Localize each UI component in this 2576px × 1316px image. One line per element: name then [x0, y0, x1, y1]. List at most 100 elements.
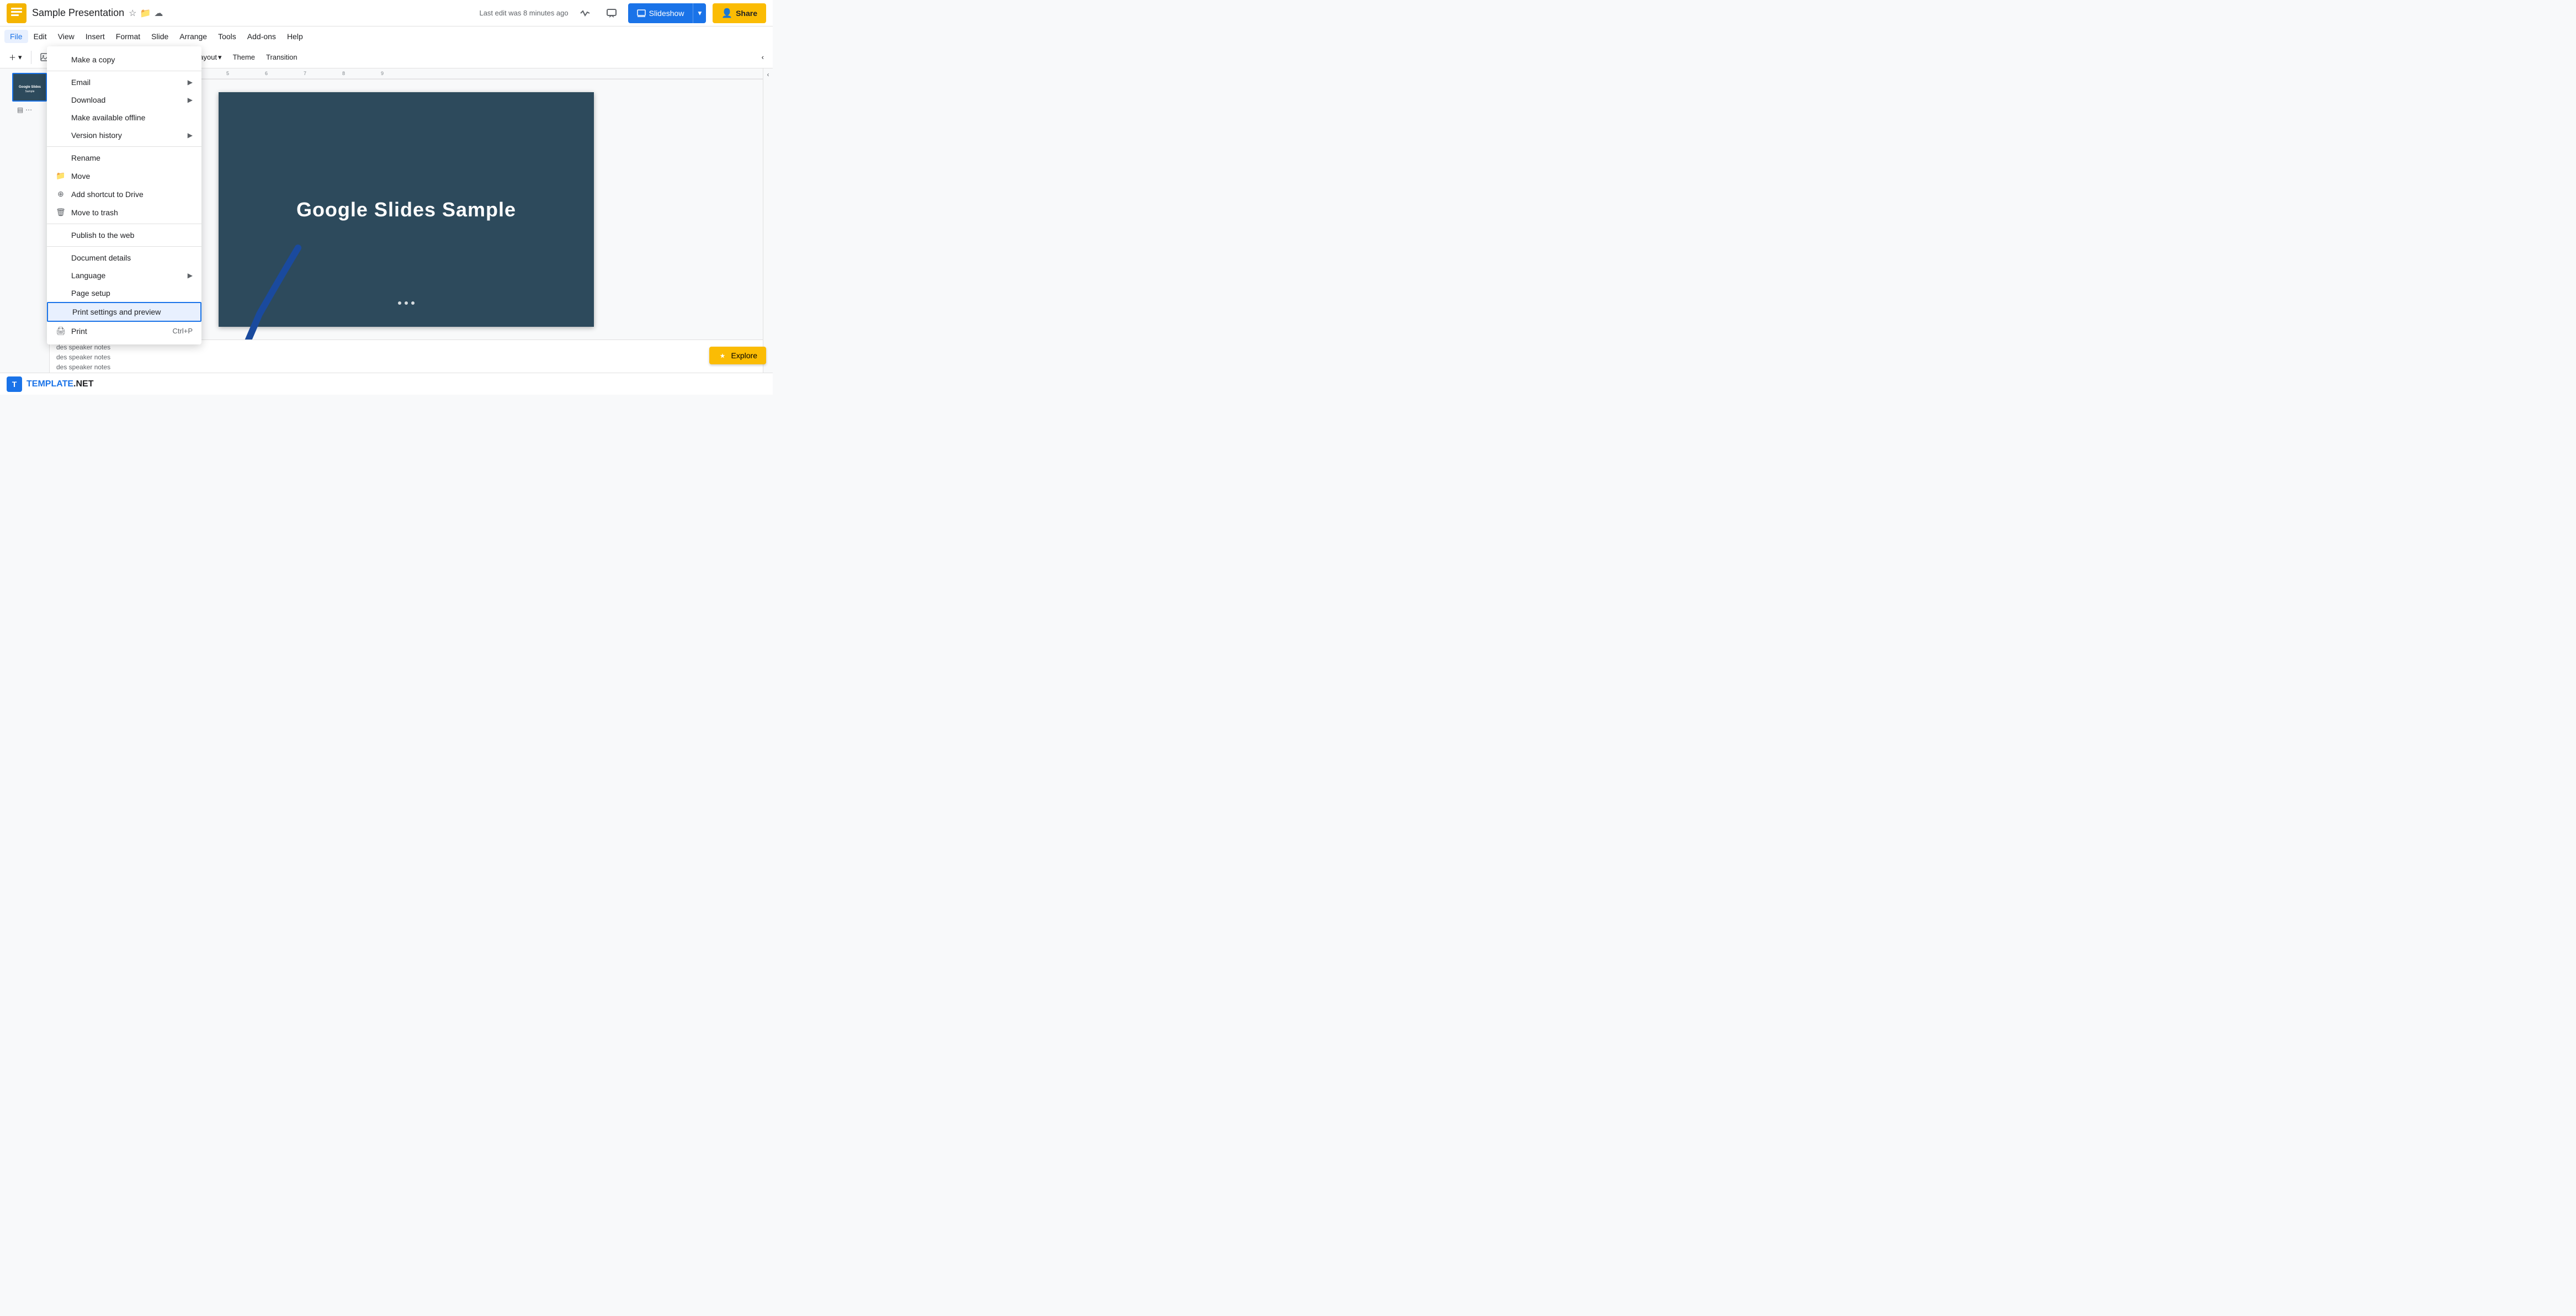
add-arrow: ▾ — [18, 53, 22, 62]
transition-button[interactable]: Transition — [262, 49, 302, 66]
menu-item-language[interactable]: Language ▶ — [47, 267, 201, 284]
svg-text:Sample: Sample — [25, 90, 34, 93]
slide-thumb-container: 1 Google Slides Sample — [12, 73, 47, 104]
doc-details-left: Document details — [56, 253, 131, 262]
menu-item-offline[interactable]: Make available offline — [47, 109, 201, 126]
title-right: Last edit was 8 minutes ago Slideshow ▾ — [479, 3, 766, 23]
menu-item-doc-details[interactable]: Document details — [47, 249, 201, 267]
print-icon: 🖨 — [56, 326, 66, 336]
move-label: Move — [71, 172, 90, 181]
menu-item-make-copy[interactable]: Make a copy — [47, 51, 201, 68]
print-settings-label: Print settings and preview — [72, 307, 161, 316]
activity-icon[interactable] — [575, 3, 595, 23]
make-copy-left: Make a copy — [56, 55, 115, 64]
menu-section-publish: Publish to the web — [47, 224, 201, 247]
print-shortcut: Ctrl+P — [173, 327, 193, 335]
svg-text:6: 6 — [265, 71, 268, 76]
menu-item-publish[interactable]: Publish to the web — [47, 226, 201, 244]
shortcut-label: Add shortcut to Drive — [71, 190, 144, 199]
menu-item-email[interactable]: Email ▶ — [47, 73, 201, 91]
page-setup-left: Page setup — [56, 289, 110, 298]
grid-icon: ▤ — [17, 106, 23, 114]
language-arrow: ▶ — [188, 272, 193, 279]
menu-section-copy: Make a copy — [47, 49, 201, 71]
file-dropdown-menu: Make a copy Email ▶ Download ▶ Make avai… — [47, 46, 201, 344]
svg-text:8: 8 — [342, 71, 345, 76]
folder-icon[interactable]: 📁 — [140, 8, 151, 19]
collapse-right-icon[interactable]: ‹ — [767, 71, 769, 78]
menu-slide[interactable]: Slide — [146, 30, 174, 43]
menu-addons[interactable]: Add-ons — [242, 30, 281, 43]
slide-thumbnail[interactable]: Google Slides Sample — [12, 73, 47, 102]
menu-item-download[interactable]: Download ▶ — [47, 91, 201, 109]
menu-item-trash[interactable]: 🗑 Move to trash — [47, 203, 201, 221]
slideshow-dropdown-arrow[interactable]: ▾ — [693, 3, 706, 23]
menu-insert[interactable]: Insert — [80, 30, 110, 43]
menu-item-print[interactable]: 🖨 Print Ctrl+P — [47, 322, 201, 340]
menu-arrange[interactable]: Arrange — [174, 30, 213, 43]
share-label: Share — [736, 9, 757, 18]
menu-format[interactable]: Format — [110, 30, 146, 43]
app-logo — [7, 3, 26, 23]
dot-3 — [411, 301, 415, 305]
slide-decoration — [398, 301, 415, 305]
menu-file[interactable]: File — [4, 30, 28, 43]
theme-label: Theme — [233, 53, 255, 61]
star-icon[interactable]: ☆ — [129, 8, 136, 19]
version-arrow: ▶ — [188, 131, 193, 139]
cloud-icon[interactable]: ☁ — [154, 8, 163, 19]
version-label: Version history — [71, 131, 122, 140]
rename-label: Rename — [71, 153, 100, 162]
toolbar-right: ‹ — [757, 49, 768, 66]
share-button[interactable]: 👤 Share — [713, 3, 766, 23]
offline-left: Make available offline — [56, 113, 145, 122]
slideshow-label: Slideshow — [649, 9, 684, 18]
language-left: Language — [56, 271, 105, 280]
move-icon: 📁 — [56, 171, 66, 181]
dot-2 — [405, 301, 408, 305]
email-label: Email — [71, 78, 91, 87]
menu-tools[interactable]: Tools — [213, 30, 242, 43]
svg-text:★: ★ — [720, 353, 725, 359]
menu-edit[interactable]: Edit — [28, 30, 52, 43]
collapse-btn[interactable]: ‹ — [757, 49, 768, 66]
menu-bar: File Edit View Insert Format Slide Arran… — [0, 26, 773, 46]
shortcut-left: ⊕ Add shortcut to Drive — [56, 189, 144, 199]
doc-details-label: Document details — [71, 253, 131, 262]
present-button-group: Slideshow ▾ — [628, 3, 707, 23]
menu-item-version[interactable]: Version history ▶ — [47, 126, 201, 144]
menu-view[interactable]: View — [52, 30, 80, 43]
explore-label: Explore — [731, 351, 757, 360]
dot-net: .NET — [73, 379, 93, 389]
shortcut-icon: ⊕ — [56, 189, 66, 199]
download-arrow: ▶ — [188, 96, 193, 104]
move-left: 📁 Move — [56, 171, 90, 181]
download-left: Download — [56, 95, 105, 104]
print-settings-left: Print settings and preview — [57, 307, 161, 316]
menu-item-print-settings[interactable]: Print settings and preview — [47, 302, 201, 322]
menu-item-rename[interactable]: Rename — [47, 149, 201, 167]
slide-frame[interactable]: Google Slides Sample — [219, 92, 594, 327]
chat-icon[interactable] — [602, 3, 622, 23]
make-copy-label: Make a copy — [71, 55, 115, 64]
menu-item-move[interactable]: 📁 Move — [47, 167, 201, 185]
print-left: 🖨 Print — [56, 326, 87, 336]
menu-help[interactable]: Help — [281, 30, 309, 43]
title-icons: ☆ 📁 ☁ — [129, 8, 163, 19]
version-left: Version history — [56, 131, 122, 140]
publish-left: Publish to the web — [56, 231, 134, 240]
trash-label: Move to trash — [71, 208, 118, 217]
page-setup-label: Page setup — [71, 289, 110, 298]
menu-item-add-shortcut[interactable]: ⊕ Add shortcut to Drive — [47, 185, 201, 203]
title-bar: Sample Presentation ☆ 📁 ☁ Last edit was … — [0, 0, 773, 26]
theme-button[interactable]: Theme — [229, 49, 259, 66]
note-line-3: des speaker notes — [56, 362, 756, 372]
add-button[interactable]: ＋ ▾ — [4, 49, 26, 66]
slideshow-button[interactable]: Slideshow — [628, 3, 693, 23]
menu-item-page-setup[interactable]: Page setup — [47, 284, 201, 302]
menu-section-settings: Document details Language ▶ Page setup P… — [47, 247, 201, 342]
slide-panel: 1 Google Slides Sample ▤ ⋯ — [0, 68, 50, 373]
right-panel: ‹ — [763, 68, 773, 373]
language-label: Language — [71, 271, 105, 280]
explore-button[interactable]: ★ Explore — [709, 347, 766, 364]
